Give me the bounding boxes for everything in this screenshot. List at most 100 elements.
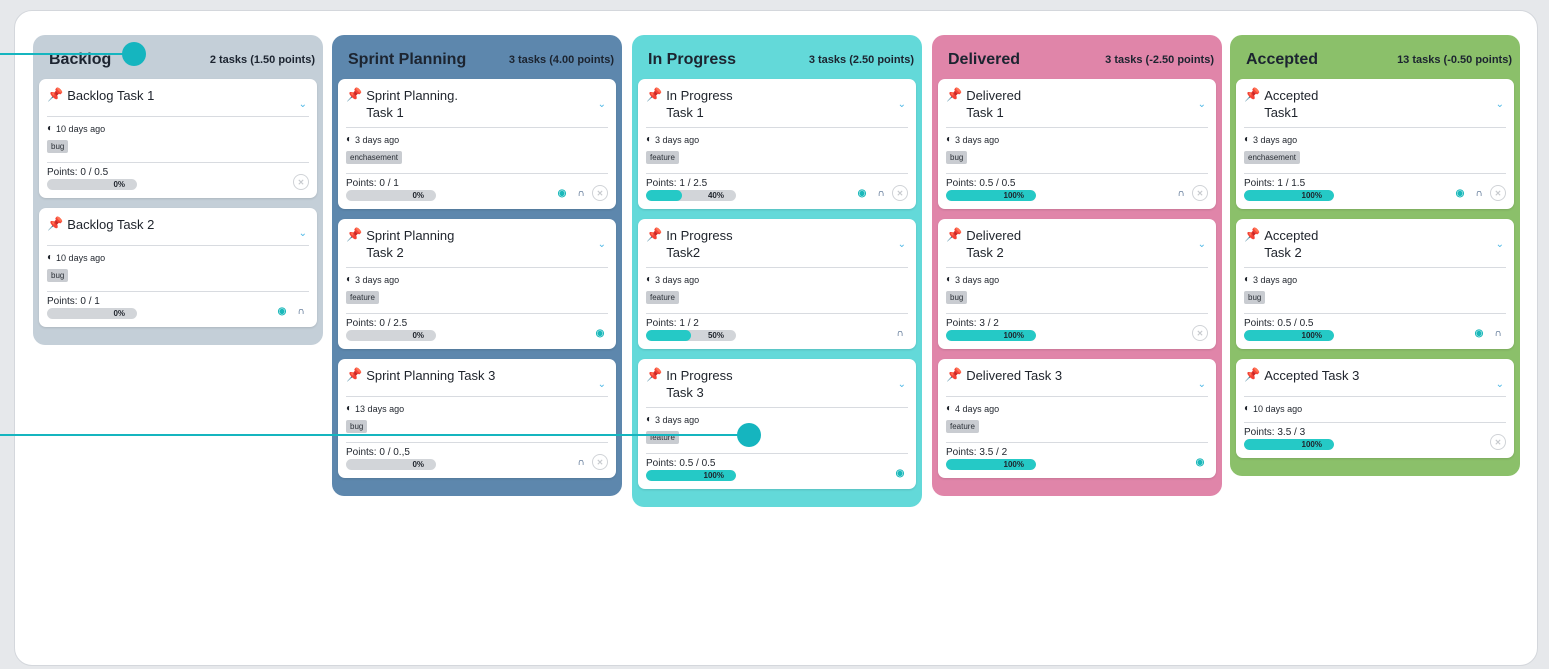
card-header: 📌 Delivered Task 2 ⌄ [946, 227, 1208, 268]
points-label: Points: 0 / 0.,5 [346, 447, 410, 458]
card-title: Accepted Task 2 [1264, 228, 1319, 260]
chevron-down-icon[interactable]: ⌄ [1198, 239, 1206, 250]
unassigned-avatar-icon[interactable]: ✕ [1490, 434, 1506, 450]
assignee-n-avatar-icon[interactable]: ∩ [1490, 325, 1506, 341]
points-label: Points: 3.5 / 2 [946, 447, 1008, 458]
task-card[interactable]: 📌 Accepted Task1 ⌄ ◐ 3 days ago enchasement Po… [1236, 79, 1514, 209]
points-label: Points: 0.5 / 0.5 [646, 458, 716, 469]
unassigned-avatar-icon[interactable]: ✕ [1490, 185, 1506, 201]
task-card[interactable]: 📌 Sprint Planning Task 3 ⌄ ◐ 13 days ago bug P… [338, 359, 616, 478]
assignee-n-avatar-icon[interactable]: ∩ [573, 185, 589, 201]
unassigned-avatar-icon[interactable]: ✕ [1192, 325, 1208, 341]
task-card[interactable]: 📌 Delivered Task 3 ⌄ ◐ 4 days ago feature Poin… [938, 359, 1216, 478]
chevron-down-icon[interactable]: ⌄ [598, 239, 606, 250]
card-assignees: ∩ ✕ [573, 454, 608, 470]
unassigned-avatar-icon[interactable]: ✕ [592, 454, 608, 470]
card-footer: Points: 0.5 / 0.5 100% ◉ [646, 453, 908, 481]
progress-bar: 0% [47, 308, 137, 319]
assignee-v-avatar-icon[interactable]: ◉ [1192, 454, 1208, 470]
task-card[interactable]: 📌 In Progress Task 1 ⌄ ◐ 3 days ago feature Po… [638, 79, 916, 209]
progress-label: 40% [707, 191, 724, 200]
column-delivered: Delivered 3 tasks (-2.50 points) 📌 Delivere… [932, 35, 1222, 496]
card-title: Backlog Task 2 [67, 217, 155, 232]
annotation-line-top [0, 53, 128, 55]
chevron-down-icon[interactable]: ⌄ [898, 379, 906, 390]
chevron-down-icon[interactable]: ⌄ [898, 239, 906, 250]
unassigned-avatar-icon[interactable]: ✕ [592, 185, 608, 201]
assignee-n-avatar-icon[interactable]: ∩ [873, 185, 889, 201]
assignee-v-avatar-icon[interactable]: ◉ [592, 325, 608, 341]
card-assignees: ◉ ∩ ✕ [554, 185, 608, 201]
card-title-wrap: 📌 Delivered Task 1 [946, 87, 1021, 121]
progress-label: 100% [1003, 191, 1024, 200]
task-card[interactable]: 📌 Backlog Task 1 ⌄ ◐ 10 days ago bug Points: 0… [39, 79, 317, 198]
unassigned-avatar-icon[interactable]: ✕ [1192, 185, 1208, 201]
task-card[interactable]: 📌 Backlog Task 2 ⌄ ◐ 10 days ago bug Points: 0… [39, 208, 317, 327]
task-card[interactable]: 📌 Delivered Task 1 ⌄ ◐ 3 days ago bug Points: … [938, 79, 1216, 209]
assignee-n-avatar-icon[interactable]: ∩ [892, 325, 908, 341]
card-title-wrap: 📌 Sprint Planning. Task 1 [346, 87, 458, 121]
chevron-down-icon[interactable]: ⌄ [1198, 379, 1206, 390]
task-card[interactable]: 📌 Accepted Task 3 ⌄ ◐ 10 days ago Points: 3.5… [1236, 359, 1514, 458]
card-header: 📌 Sprint Planning. Task 1 ⌄ [346, 87, 608, 128]
task-card[interactable]: 📌 Sprint Planning Task 2 ⌄ ◐ 3 days ago featu… [338, 219, 616, 349]
chevron-down-icon[interactable]: ⌄ [598, 379, 606, 390]
progress-label: 50% [707, 331, 724, 340]
card-header: 📌 Sprint Planning Task 2 ⌄ [346, 227, 608, 268]
card-header: 📌 Accepted Task 3 ⌄ [1244, 367, 1506, 397]
card-assignees: ◉ ∩ ✕ [1452, 185, 1506, 201]
chevron-down-icon[interactable]: ⌄ [1496, 99, 1504, 110]
task-card[interactable]: 📌 Delivered Task 2 ⌄ ◐ 3 days ago bug Points: … [938, 219, 1216, 349]
card-title-wrap: 📌 Accepted Task 3 [1244, 367, 1359, 384]
assignee-v-avatar-icon[interactable]: ◉ [854, 185, 870, 201]
chevron-down-icon[interactable]: ⌄ [299, 228, 307, 239]
pin-icon: 📌 [1244, 87, 1261, 102]
assignee-n-avatar-icon[interactable]: ∩ [1173, 185, 1189, 201]
task-card[interactable]: 📌 Accepted Task 2 ⌄ ◐ 3 days ago bug Points: 0… [1236, 219, 1514, 349]
card-assignees: ◉ [592, 325, 608, 341]
annotation-line-middle [0, 434, 742, 436]
assignee-v-avatar-icon[interactable]: ◉ [892, 465, 908, 481]
progress-label: 0% [412, 460, 424, 469]
chevron-down-icon[interactable]: ⌄ [299, 99, 307, 110]
card-tag: bug [946, 151, 968, 164]
card-tag: feature [346, 291, 379, 304]
assignee-v-avatar-icon[interactable]: ◉ [274, 303, 290, 319]
clock-icon: ◐ [346, 274, 353, 285]
card-assignees: ◉ [892, 465, 908, 481]
chevron-down-icon[interactable]: ⌄ [898, 99, 906, 110]
assignee-v-avatar-icon[interactable]: ◉ [1471, 325, 1487, 341]
column-task-count: 3 tasks (2.50 points) [808, 54, 914, 66]
task-card[interactable]: 📌 In Progress Task2 ⌄ ◐ 3 days ago feature Poi… [638, 219, 916, 349]
assignee-n-avatar-icon[interactable]: ∩ [293, 303, 309, 319]
chevron-down-icon[interactable]: ⌄ [1198, 99, 1206, 110]
card-time-label: 3 days ago [1253, 274, 1298, 285]
assignee-v-avatar-icon[interactable]: ◉ [554, 185, 570, 201]
pin-icon: 📌 [946, 87, 963, 102]
chevron-down-icon[interactable]: ⌄ [1496, 239, 1504, 250]
card-time: ◐ 10 days ago [1244, 403, 1506, 414]
card-title: Accepted Task 3 [1264, 368, 1360, 383]
unassigned-avatar-icon[interactable]: ✕ [293, 174, 309, 190]
assignee-n-avatar-icon[interactable]: ∩ [573, 454, 589, 470]
assignee-n-avatar-icon[interactable]: ∩ [1471, 185, 1487, 201]
pin-icon: 📌 [946, 227, 963, 242]
pin-icon: 📌 [346, 367, 363, 382]
column-task-count: 2 tasks (1.50 points) [209, 54, 315, 66]
card-time: ◐ 3 days ago [346, 274, 608, 285]
card-points: Points: 0 / 0.,5 0% [346, 447, 436, 470]
progress-bar: 100% [1244, 190, 1334, 201]
task-card[interactable]: 📌 In Progress Task 3 ⌄ ◐ 3 days ago feature Po… [638, 359, 916, 489]
unassigned-avatar-icon[interactable]: ✕ [892, 185, 908, 201]
task-card[interactable]: 📌 Sprint Planning. Task 1 ⌄ ◐ 3 days ago ench… [338, 79, 616, 209]
column-task-count: 3 tasks (-2.50 points) [1105, 54, 1214, 66]
assignee-v-avatar-icon[interactable]: ◉ [1452, 185, 1468, 201]
points-label: Points: 3.5 / 3 [1244, 427, 1306, 438]
chevron-down-icon[interactable]: ⌄ [598, 99, 606, 110]
card-time: ◐ 3 days ago [646, 414, 908, 425]
card-assignees: ◉ [1192, 454, 1208, 470]
card-time-label: 3 days ago [355, 134, 400, 145]
chevron-down-icon[interactable]: ⌄ [1496, 379, 1504, 390]
card-title-wrap: 📌 In Progress Task 3 [646, 367, 733, 401]
column-header: Delivered 3 tasks (-2.50 points) [938, 41, 1216, 79]
